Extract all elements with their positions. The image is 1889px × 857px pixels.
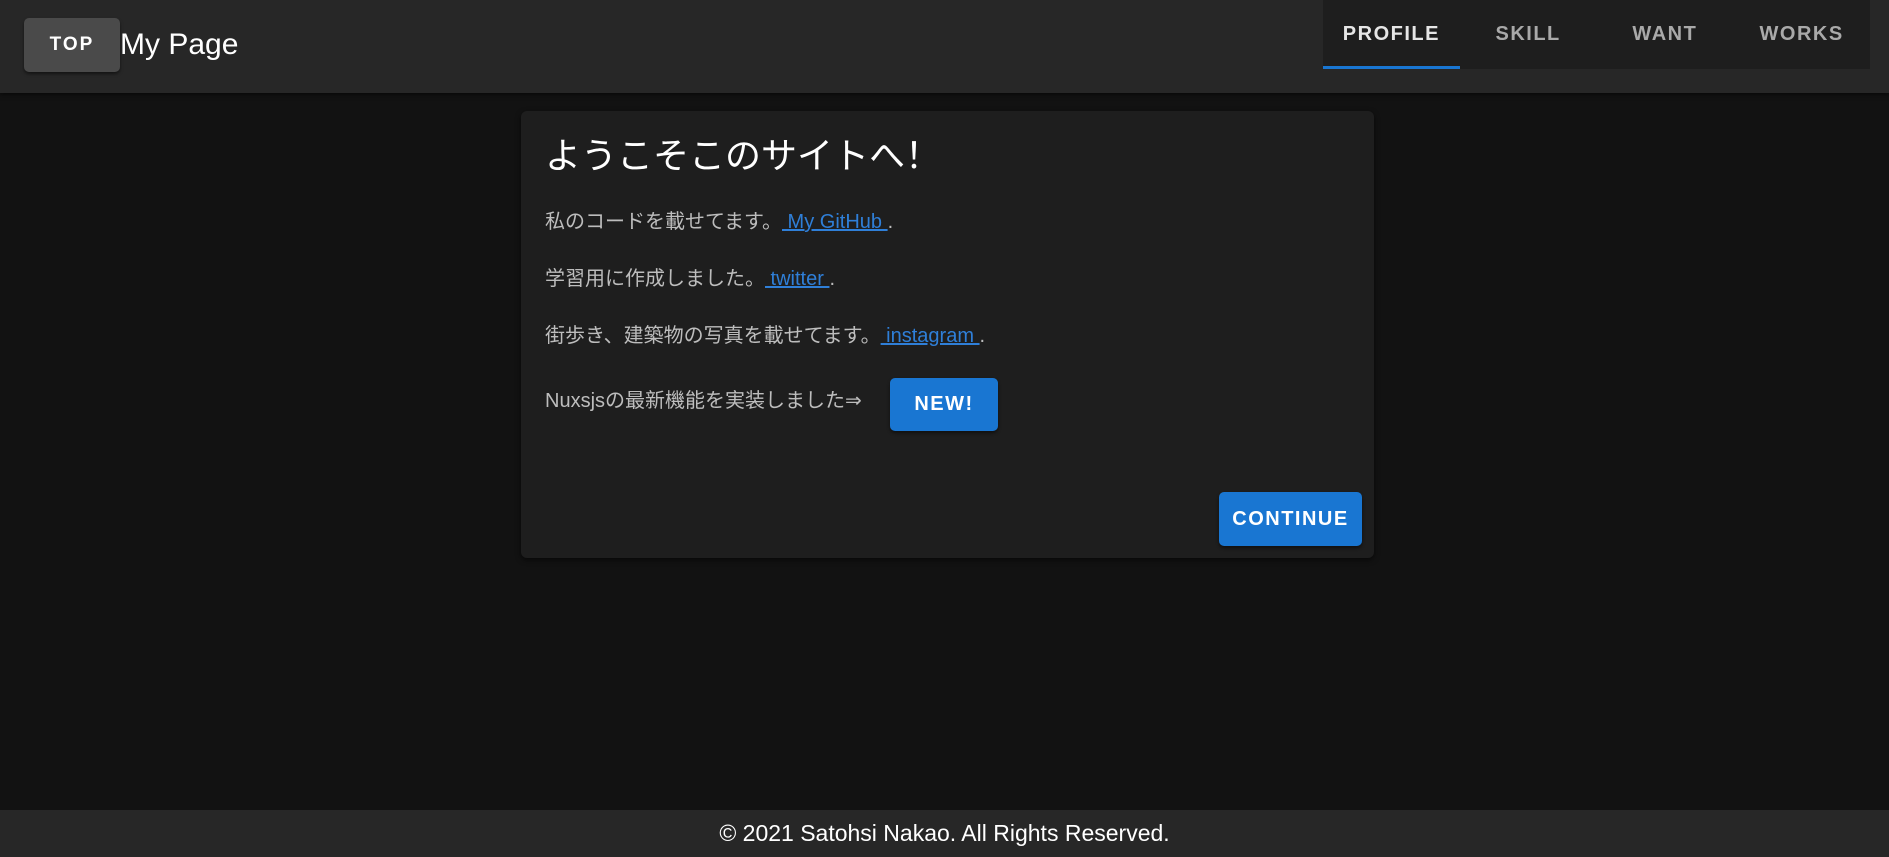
welcome-card: ようこそこのサイトへ！ 私のコードを載せてます。 My GitHub . 学習用… bbox=[521, 111, 1374, 558]
instagram-line-suffix: . bbox=[979, 325, 986, 347]
twitter-line-text: 学習用に作成しました。 bbox=[545, 268, 765, 290]
instagram-line-text: 街歩き、建築物の写真を載せてます。 bbox=[545, 325, 881, 347]
continue-button[interactable]: CONTINUE bbox=[1219, 492, 1362, 546]
card-title: ようこそこのサイトへ！ bbox=[545, 136, 942, 177]
new-feature-text: Nuxsjsの最新機能を実装しました⇒ bbox=[545, 390, 862, 412]
github-line-text: 私のコードを載せてます。 bbox=[545, 211, 782, 233]
tab-want[interactable]: WANT bbox=[1597, 0, 1734, 69]
copyright-text: © 2021 Satohsi Nakao. All Rights Reserve… bbox=[719, 820, 1170, 846]
github-link[interactable]: My GitHub bbox=[782, 211, 888, 233]
github-line: 私のコードを載せてます。 My GitHub . bbox=[545, 208, 893, 236]
instagram-line: 街歩き、建築物の写真を載せてます。 instagram . bbox=[545, 322, 985, 350]
twitter-link[interactable]: twitter bbox=[765, 268, 829, 290]
tab-profile[interactable]: PROFILE bbox=[1323, 0, 1460, 69]
tab-skill[interactable]: SKILL bbox=[1460, 0, 1597, 69]
twitter-line: 学習用に作成しました。 twitter . bbox=[545, 265, 835, 293]
app-bar: TOP My Page PROFILE SKILL WANT WORKS bbox=[0, 0, 1889, 93]
new-button[interactable]: NEW! bbox=[890, 378, 998, 431]
page-title: My Page bbox=[120, 28, 239, 61]
footer: © 2021 Satohsi Nakao. All Rights Reserve… bbox=[0, 810, 1889, 857]
twitter-line-suffix: . bbox=[829, 268, 836, 290]
instagram-link[interactable]: instagram bbox=[881, 325, 980, 347]
github-line-suffix: . bbox=[887, 211, 894, 233]
nav-tabs: PROFILE SKILL WANT WORKS bbox=[1323, 0, 1870, 69]
top-button[interactable]: TOP bbox=[24, 18, 120, 72]
tab-works[interactable]: WORKS bbox=[1733, 0, 1870, 69]
